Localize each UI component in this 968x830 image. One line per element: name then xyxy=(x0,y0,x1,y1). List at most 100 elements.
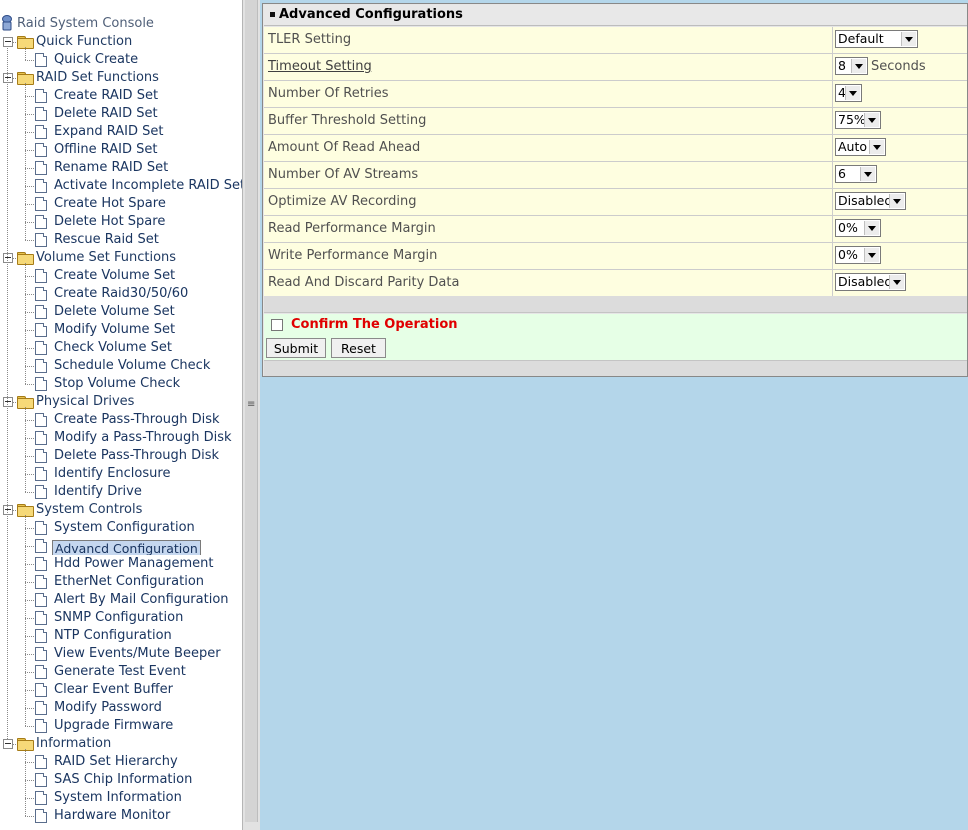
tree-item-delete-raid-set[interactable]: Delete RAID Set xyxy=(0,105,242,123)
tree-item-delete-hot-spare[interactable]: Delete Hot Spare xyxy=(0,213,242,231)
tree-item-modify-a-pass-through-disk[interactable]: Modify a Pass-Through Disk xyxy=(0,429,242,447)
tree-item-label: Offline RAID Set xyxy=(54,142,158,157)
chevron-down-icon[interactable] xyxy=(864,221,879,235)
setting-select[interactable]: 4 xyxy=(835,84,862,102)
tree-item-label: Stop Volume Check xyxy=(54,376,181,391)
tree-group-information[interactable]: Information xyxy=(0,735,242,753)
chevron-down-icon[interactable] xyxy=(845,86,860,100)
tree-item-system-configuration[interactable]: System Configuration xyxy=(0,519,242,537)
submit-button[interactable]: Submit xyxy=(266,338,326,358)
document-icon xyxy=(35,341,47,355)
tree-item-upgrade-firmware[interactable]: Upgrade Firmware xyxy=(0,717,242,735)
tree-item-rename-raid-set[interactable]: Rename RAID Set xyxy=(0,159,242,177)
chevron-down-icon[interactable] xyxy=(869,140,884,154)
document-icon xyxy=(35,449,47,463)
tree-item-create-pass-through-disk[interactable]: Create Pass-Through Disk xyxy=(0,411,242,429)
tree-root[interactable]: Raid System Console xyxy=(0,15,242,33)
confirm-checkbox[interactable] xyxy=(271,319,283,331)
setting-select[interactable]: 0% xyxy=(835,246,881,264)
setting-select[interactable]: 0% xyxy=(835,219,881,237)
chevron-down-icon[interactable] xyxy=(864,248,879,262)
tree-item-raid-set-hierarchy[interactable]: RAID Set Hierarchy xyxy=(0,753,242,771)
tree-group-physical-drives[interactable]: Physical Drives xyxy=(0,393,242,411)
setting-select[interactable]: 8 xyxy=(835,57,868,75)
tree-item-hdd-power-management[interactable]: Hdd Power Management xyxy=(0,555,242,573)
setting-select[interactable]: Auto xyxy=(835,138,886,156)
chevron-down-icon[interactable] xyxy=(860,167,875,181)
tree-item-create-hot-spare[interactable]: Create Hot Spare xyxy=(0,195,242,213)
chevron-down-icon[interactable] xyxy=(864,113,879,127)
tree-item-create-volume-set[interactable]: Create Volume Set xyxy=(0,267,242,285)
tree-item-rescue-raid-set[interactable]: Rescue Raid Set xyxy=(0,231,242,249)
tree-item-identify-drive[interactable]: Identify Drive xyxy=(0,483,242,501)
tree-item-label: Clear Event Buffer xyxy=(54,682,173,697)
reset-button[interactable]: Reset xyxy=(331,338,386,358)
tree-item-snmp-configuration[interactable]: SNMP Configuration xyxy=(0,609,242,627)
separator-bar xyxy=(264,296,967,313)
frame-splitter[interactable]: ≡ xyxy=(242,0,261,830)
tree-item-label: Delete RAID Set xyxy=(54,106,158,121)
setting-select[interactable]: Default xyxy=(835,30,918,48)
setting-link[interactable]: Timeout Setting xyxy=(268,54,372,80)
chevron-down-icon[interactable] xyxy=(851,59,866,73)
tree-item-check-volume-set[interactable]: Check Volume Set xyxy=(0,339,242,357)
main-content: Advanced Configurations TLER Setting Defa… xyxy=(260,0,968,830)
tree-item-label: Modify Volume Set xyxy=(54,322,176,337)
tree-group-label: Volume Set Functions xyxy=(36,250,177,265)
tree-group-raid-set-functions[interactable]: RAID Set Functions xyxy=(0,69,242,87)
tree-item-system-information[interactable]: System Information xyxy=(0,789,242,807)
tree-item-create-raid-set[interactable]: Create RAID Set xyxy=(0,87,242,105)
setting-select[interactable]: Disabled xyxy=(835,273,906,291)
tree-scrollbar[interactable] xyxy=(245,0,258,822)
tree-item-label: Create Raid30/50/60 xyxy=(54,286,189,301)
document-icon xyxy=(35,323,47,337)
panel-footer xyxy=(264,361,967,376)
tree-item-label: SNMP Configuration xyxy=(54,610,184,625)
tree-item-offline-raid-set[interactable]: Offline RAID Set xyxy=(0,141,242,159)
tree-group-label: Physical Drives xyxy=(36,394,135,409)
setting-value-cell: 0% xyxy=(832,216,967,242)
tree-item-ntp-configuration[interactable]: NTP Configuration xyxy=(0,627,242,645)
document-icon xyxy=(35,557,47,571)
tree-group-volume-set-functions[interactable]: Volume Set Functions xyxy=(0,249,242,267)
tree-item-ethernet-configuration[interactable]: EtherNet Configuration xyxy=(0,573,242,591)
tree-item-stop-volume-check[interactable]: Stop Volume Check xyxy=(0,375,242,393)
document-icon xyxy=(35,179,47,193)
setting-value-cell: 4 xyxy=(832,81,967,107)
chevron-down-icon[interactable] xyxy=(901,32,916,46)
tree-item-clear-event-buffer[interactable]: Clear Event Buffer xyxy=(0,681,242,699)
chevron-down-icon[interactable] xyxy=(889,194,904,208)
tree-item-create-raid30-50-60[interactable]: Create Raid30/50/60 xyxy=(0,285,242,303)
tree-item-modify-volume-set[interactable]: Modify Volume Set xyxy=(0,321,242,339)
tree-item-advancd-configuration[interactable]: Advancd Configuration xyxy=(0,537,242,555)
setting-row-optimize-av-recording: Optimize AV Recording Disabled xyxy=(264,189,967,216)
tree-group-quick-function[interactable]: Quick Function xyxy=(0,33,242,51)
tree-item-quick-create[interactable]: Quick Create xyxy=(0,51,242,69)
tree-group-system-controls[interactable]: System Controls xyxy=(0,501,242,519)
setting-row-amount-of-read-ahead: Amount Of Read Ahead Auto xyxy=(264,135,967,162)
tree-item-modify-password[interactable]: Modify Password xyxy=(0,699,242,717)
tree-item-view-events-mute-beeper[interactable]: View Events/Mute Beeper xyxy=(0,645,242,663)
chevron-down-icon[interactable] xyxy=(889,275,904,289)
setting-select[interactable]: 75% xyxy=(835,111,881,129)
tree-item-label: EtherNet Configuration xyxy=(54,574,205,589)
tree-item-identify-enclosure[interactable]: Identify Enclosure xyxy=(0,465,242,483)
document-icon xyxy=(35,161,47,175)
tree-item-generate-test-event[interactable]: Generate Test Event xyxy=(0,663,242,681)
setting-select[interactable]: 6 xyxy=(835,165,877,183)
tree-item-sas-chip-information[interactable]: SAS Chip Information xyxy=(0,771,242,789)
tree-item-expand-raid-set[interactable]: Expand RAID Set xyxy=(0,123,242,141)
tree-item-delete-pass-through-disk[interactable]: Delete Pass-Through Disk xyxy=(0,447,242,465)
setting-label: Write Performance Margin xyxy=(268,248,438,263)
setting-select[interactable]: Disabled xyxy=(835,192,906,210)
setting-row-read-and-discard-parity-data: Read And Discard Parity Data Disabled xyxy=(264,270,967,297)
tree-item-hardware-monitor[interactable]: Hardware Monitor xyxy=(0,807,242,825)
tree-item-activate-incomplete-raid-set[interactable]: Activate Incomplete RAID Set xyxy=(0,177,242,195)
select-value: 6 xyxy=(838,166,846,181)
tree-item-schedule-volume-check[interactable]: Schedule Volume Check xyxy=(0,357,242,375)
splitter-grip-icon[interactable]: ≡ xyxy=(247,400,255,410)
document-icon xyxy=(35,377,47,391)
confirm-label[interactable]: Confirm The Operation xyxy=(291,314,458,336)
tree-item-delete-volume-set[interactable]: Delete Volume Set xyxy=(0,303,242,321)
tree-item-alert-by-mail-configuration[interactable]: Alert By Mail Configuration xyxy=(0,591,242,609)
